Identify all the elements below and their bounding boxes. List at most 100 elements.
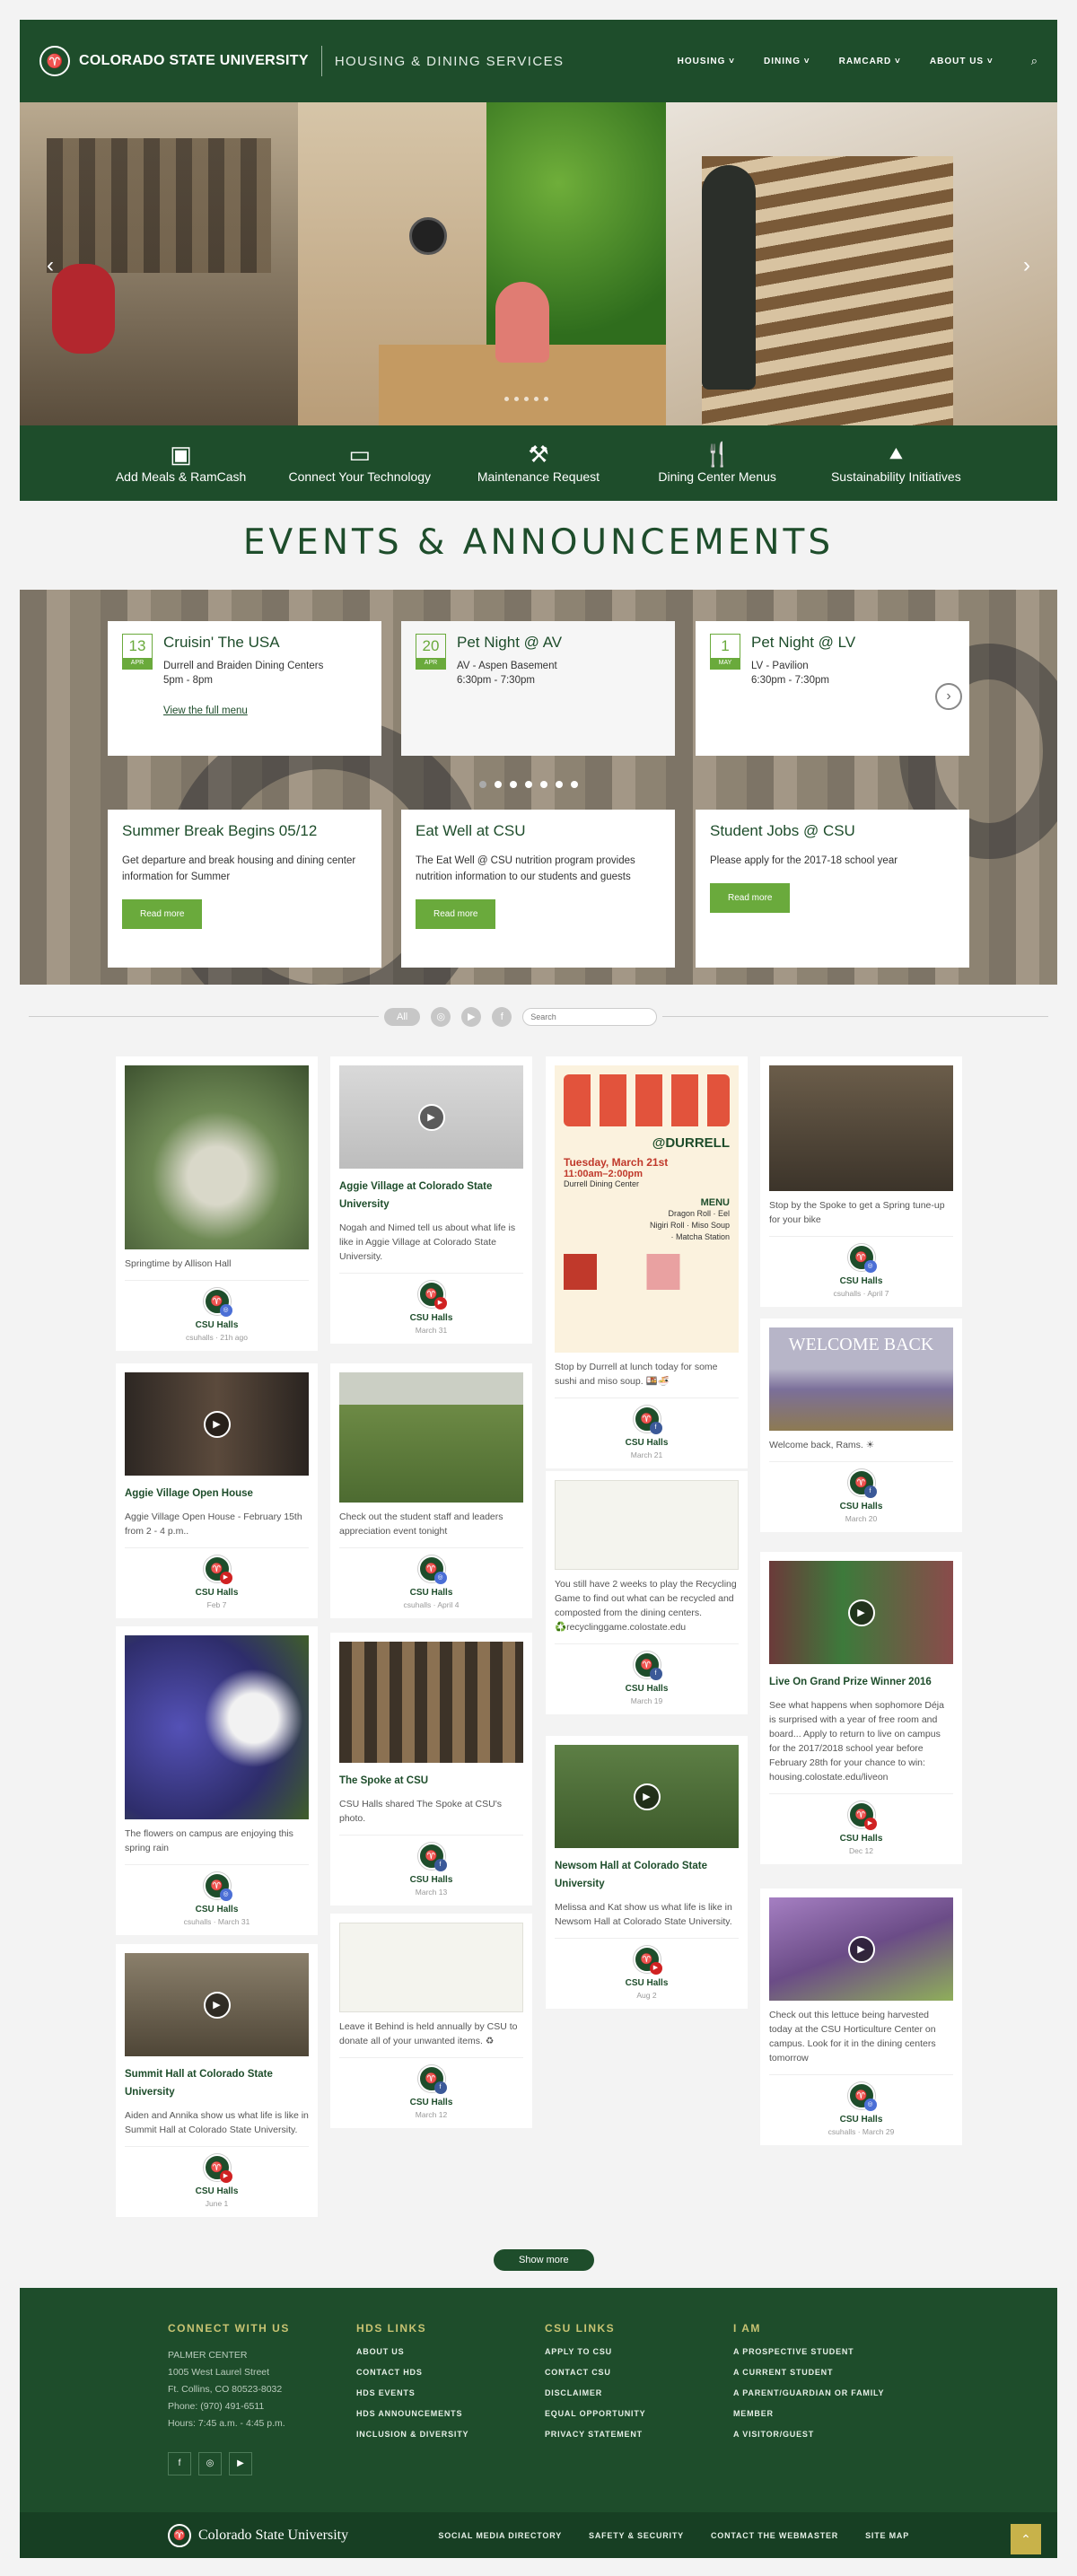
footer-link[interactable]: DISCLAIMER: [545, 2388, 663, 2397]
nav-ramcard[interactable]: RAMCARD ˅: [839, 57, 901, 66]
footer-link[interactable]: CONTACT HDS: [356, 2368, 475, 2377]
play-icon[interactable]: ▶: [847, 1935, 875, 1963]
social-post[interactable]: Check out the student staff and leaders …: [330, 1363, 532, 1618]
footer-link[interactable]: ABOUT US: [356, 2347, 475, 2356]
filter-all-button[interactable]: All: [384, 1008, 421, 1026]
social-post[interactable]: The Spoke at CSU CSU Halls shared The Sp…: [330, 1633, 532, 1906]
social-post[interactable]: Springtime by Allison Hall ♈ ◎ CSU Halls cs…: [116, 1056, 318, 1351]
carousel-dot[interactable]: [571, 781, 578, 788]
site-map-link[interactable]: SITE MAP: [865, 2531, 909, 2540]
hero-dot[interactable]: [504, 397, 509, 401]
footer-link[interactable]: A PARENT/GUARDIAN OR FAMILY: [733, 2388, 883, 2397]
read-more-button[interactable]: Read more: [122, 899, 203, 929]
footer-link[interactable]: INCLUSION & DIVERSITY: [356, 2430, 475, 2439]
read-more-button[interactable]: Read more: [710, 883, 791, 913]
social-post[interactable]: ▶ Live On Grand Prize Winner 2016 See wh…: [760, 1552, 962, 1864]
avatar: ♈ ◎: [203, 1288, 232, 1317]
social-post[interactable]: ▶ Summit Hall at Colorado State Universi…: [116, 1944, 318, 2217]
show-more-button[interactable]: Show more: [494, 2249, 594, 2271]
social-post[interactable]: Leave it Behind is held annually by CSU …: [330, 1914, 532, 2128]
chevron-left-icon[interactable]: ‹: [47, 253, 54, 278]
event-card[interactable]: 1 MAY Pet Night @ LV LV - Pavilion 6:30pm…: [696, 621, 969, 756]
quick-link-menus[interactable]: 🍴 Dining Center Menus: [645, 442, 789, 484]
footer-link[interactable]: MEMBER: [733, 2409, 852, 2418]
footer-link[interactable]: PRIVACY STATEMENT: [545, 2430, 663, 2439]
event-location: Durrell and Braiden Dining Centers: [163, 661, 324, 671]
university-logo[interactable]: ♈ COLORADO STATE UNIVERSITY: [39, 46, 309, 76]
social-post[interactable]: ▶ Aggie Village Open House Aggie Village…: [116, 1363, 318, 1618]
carousel-dot[interactable]: [556, 781, 563, 788]
event-card[interactable]: 13 APR Cruisin' The USA Durrell and Braid…: [108, 621, 381, 756]
read-more-button[interactable]: Read more: [416, 899, 496, 929]
instagram-icon[interactable]: ◎: [431, 1007, 451, 1027]
carousel-dot[interactable]: [540, 781, 547, 788]
carousel-dot[interactable]: [479, 781, 486, 788]
social-post[interactable]: WELCOME BACK Welcome back, Rams. ☀ ♈ f CSU…: [760, 1319, 962, 1532]
nav-about-us[interactable]: ABOUT US ˅: [930, 57, 994, 66]
social-post[interactable]: @DURRELL Tuesday, March 21st 11:00am–2:0…: [546, 1056, 748, 1468]
carousel-dot[interactable]: [525, 781, 532, 788]
play-icon[interactable]: ▶: [203, 1410, 231, 1438]
facebook-icon[interactable]: f: [168, 2452, 191, 2475]
play-icon[interactable]: ▶: [417, 1103, 445, 1131]
social-post[interactable]: You still have 2 weeks to play the Recyc…: [546, 1471, 748, 1714]
nav-housing[interactable]: HOUSING ˅: [678, 57, 735, 66]
search-icon[interactable]: ⌕: [1031, 54, 1038, 68]
safety-security-link[interactable]: SAFETY & SECURITY: [589, 2531, 684, 2540]
footer-logo[interactable]: ♈ Colorado State University: [168, 2523, 348, 2547]
social-post[interactable]: The flowers on campus are enjoying this …: [116, 1626, 318, 1935]
social-media-directory-link[interactable]: SOCIAL MEDIA DIRECTORY: [438, 2531, 562, 2540]
youtube-icon: ▶: [863, 1818, 877, 1830]
social-search-input[interactable]: [522, 1008, 658, 1026]
quick-link-sustainability[interactable]: ⯅ Sustainability Initiatives: [824, 442, 968, 484]
hero-dot[interactable]: [544, 397, 548, 401]
play-icon[interactable]: ▶: [203, 1991, 231, 2019]
youtube-icon[interactable]: ▶: [461, 1007, 482, 1027]
quick-link-meals[interactable]: ▣ Add Meals & RamCash: [109, 442, 253, 484]
footer-link[interactable]: HDS EVENTS: [356, 2388, 475, 2397]
facebook-icon[interactable]: f: [492, 1007, 512, 1027]
social-post[interactable]: Stop by the Spoke to get a Spring tune-u…: [760, 1056, 962, 1307]
social-post[interactable]: ▶ Check out this lettuce being harvested…: [760, 1888, 962, 2145]
social-post[interactable]: ▶ Aggie Village at Colorado State Univer…: [330, 1056, 532, 1344]
footer-link[interactable]: APPLY TO CSU: [545, 2347, 663, 2356]
carousel-dot[interactable]: [495, 781, 502, 788]
play-icon[interactable]: ▶: [633, 1783, 661, 1810]
youtube-icon[interactable]: ▶: [229, 2452, 252, 2475]
instagram-icon[interactable]: ◎: [198, 2452, 222, 2475]
social-post[interactable]: ▶ Newsom Hall at Colorado State Universi…: [546, 1736, 748, 2009]
contact-webmaster-link[interactable]: CONTACT THE WEBMASTER: [711, 2531, 838, 2540]
quick-link-technology[interactable]: ▭ Connect Your Technology: [288, 442, 432, 484]
university-name: COLORADO STATE UNIVERSITY: [79, 53, 309, 68]
carousel-dot[interactable]: [510, 781, 517, 788]
footer-link[interactable]: A CURRENT STUDENT: [733, 2368, 852, 2377]
post-date: csuhalls · March 31: [183, 1917, 250, 1926]
nav-dining[interactable]: DINING ˅: [764, 57, 810, 66]
quick-link-label: Dining Center Menus: [658, 469, 776, 484]
post-author: ♈ ◎ CSU Halls csuhalls · March 31: [125, 1864, 309, 1926]
event-card[interactable]: 20 APR Pet Night @ AV AV - Aspen Basement…: [401, 621, 675, 756]
chevron-right-icon[interactable]: ›: [935, 683, 962, 710]
footer-link[interactable]: CONTACT CSU: [545, 2368, 663, 2377]
facebook-icon: f: [863, 1485, 877, 1498]
instagram-icon: ◎: [219, 1888, 232, 1901]
hero-dot[interactable]: [534, 397, 538, 401]
footer-i-am: I AM A PROSPECTIVE STUDENT A CURRENT STU…: [733, 2322, 883, 2512]
chevron-right-icon[interactable]: ›: [1023, 253, 1030, 278]
footer-link[interactable]: A PROSPECTIVE STUDENT: [733, 2347, 854, 2356]
facebook-icon: f: [433, 1859, 447, 1871]
footer-link[interactable]: A VISITOR/GUEST: [733, 2430, 852, 2439]
department-name[interactable]: HOUSING & DINING SERVICES: [335, 54, 565, 69]
flyer-menu-heading: MENU: [700, 1197, 730, 1208]
footer-link[interactable]: EQUAL OPPORTUNITY: [545, 2409, 663, 2418]
events-section: 13 APR Cruisin' The USA Durrell and Braid…: [20, 590, 1057, 985]
post-date: March 31: [415, 1326, 448, 1335]
quick-link-maintenance[interactable]: ⚒ Maintenance Request: [467, 442, 610, 484]
back-to-top-icon[interactable]: ⌃: [1011, 2524, 1041, 2554]
hero-dot[interactable]: [524, 397, 529, 401]
post-text: Springtime by Allison Hall: [125, 1258, 232, 1269]
view-menu-link[interactable]: View the full menu: [163, 705, 323, 716]
footer-link[interactable]: HDS ANNOUNCEMENTS: [356, 2409, 475, 2418]
play-icon[interactable]: ▶: [847, 1599, 875, 1626]
hero-dot[interactable]: [514, 397, 519, 401]
